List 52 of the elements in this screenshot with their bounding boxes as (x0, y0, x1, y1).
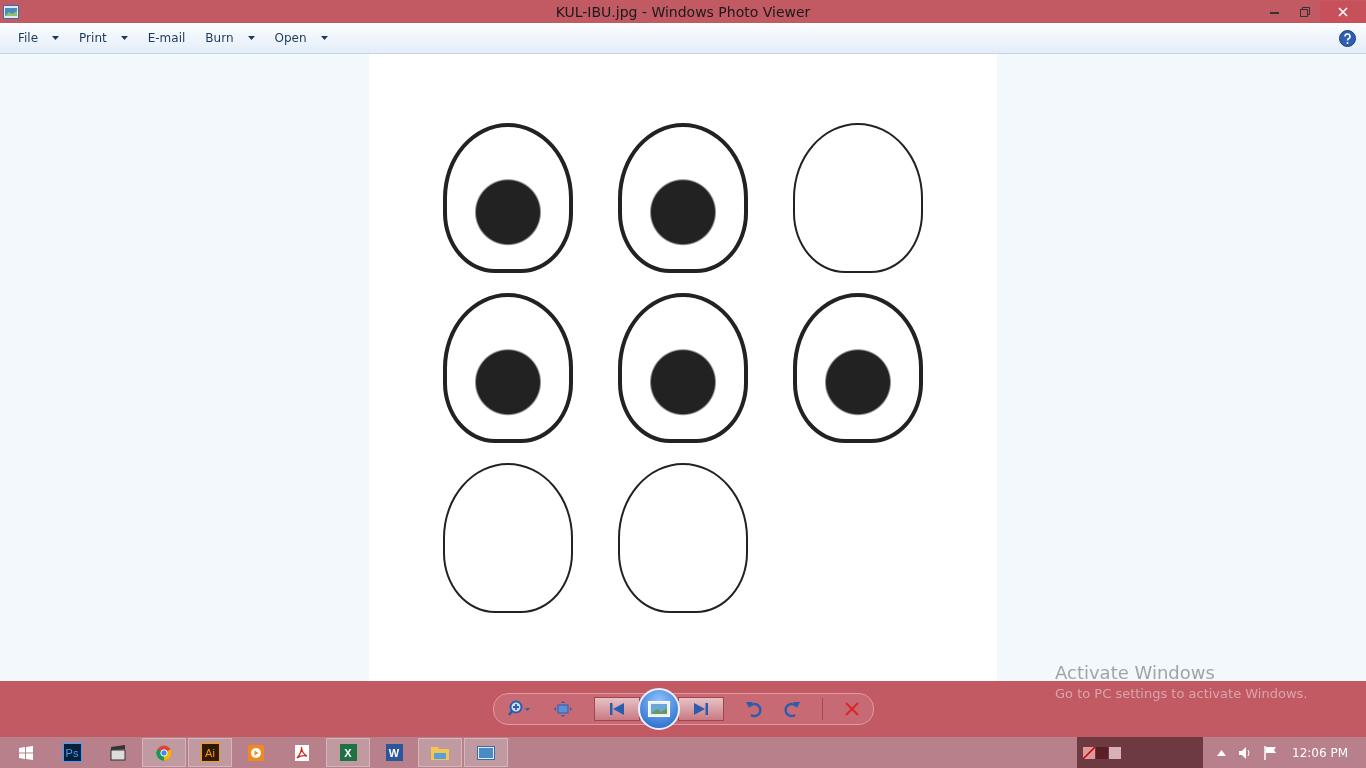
browser-icon (156, 744, 172, 761)
caret-icon (120, 36, 128, 40)
close-button[interactable] (1320, 0, 1366, 23)
taskbar-app-button[interactable] (464, 738, 508, 767)
taskbar-app-button[interactable]: W (372, 738, 416, 767)
caret-icon (320, 36, 328, 40)
fit-button[interactable] (553, 701, 572, 717)
pdf-icon (294, 744, 310, 761)
close-icon (1338, 6, 1348, 17)
clapperboard-icon (110, 744, 126, 761)
menu-button[interactable]: E-mail (137, 25, 196, 51)
spreadsheet-icon: X (339, 744, 357, 761)
taskbar-app-button[interactable]: X (326, 738, 370, 767)
caret-icon (52, 36, 60, 40)
next-button[interactable] (677, 697, 724, 721)
rotate-right-icon (783, 700, 800, 718)
window-title: KUL-IBU.jpg - Windows Photo Viewer (554, 3, 812, 20)
rotate-left-icon (745, 700, 762, 718)
slideshow-button[interactable] (637, 688, 680, 730)
folder-icon (431, 744, 449, 761)
caret-icon (247, 36, 255, 40)
restore-icon (1300, 6, 1310, 17)
rotate-left-button[interactable] (745, 700, 762, 718)
skip-forward-icon (693, 703, 708, 715)
previous-button[interactable] (593, 697, 640, 721)
menu-button[interactable]: Print (69, 25, 138, 51)
play-icon (248, 744, 264, 761)
activation-message: Go to PC settings to activate Windows. (1055, 686, 1308, 701)
menu-button[interactable]: Burn (195, 25, 265, 51)
activation-title: Activate Windows (1055, 662, 1216, 683)
document-icon: W (385, 744, 403, 761)
taskbar-app-button[interactable]: Ai (188, 738, 232, 767)
illustrator-icon: Ai (200, 743, 220, 762)
skip-back-icon (609, 703, 624, 715)
zoom-button[interactable] (507, 700, 532, 718)
delete-icon (844, 702, 859, 716)
windows-logo-icon (19, 745, 33, 760)
slideshow-icon (647, 701, 670, 717)
menu-button[interactable]: File (8, 25, 70, 51)
swatch-icon (1083, 746, 1121, 759)
caret-up-icon[interactable] (1217, 749, 1226, 756)
taskbar-app-button[interactable]: Ps (50, 738, 94, 767)
picture-icon (477, 745, 495, 760)
zoom-icon (507, 700, 532, 718)
menu-button[interactable]: Open (264, 25, 338, 51)
rotate-right-button[interactable] (783, 700, 800, 718)
photoshop-icon: Ps (62, 743, 82, 762)
flag-icon[interactable] (1264, 745, 1278, 760)
fit-window-icon (553, 701, 572, 717)
speaker-icon[interactable] (1238, 745, 1252, 760)
help-icon[interactable] (1339, 29, 1356, 47)
picture-icon (3, 4, 19, 19)
